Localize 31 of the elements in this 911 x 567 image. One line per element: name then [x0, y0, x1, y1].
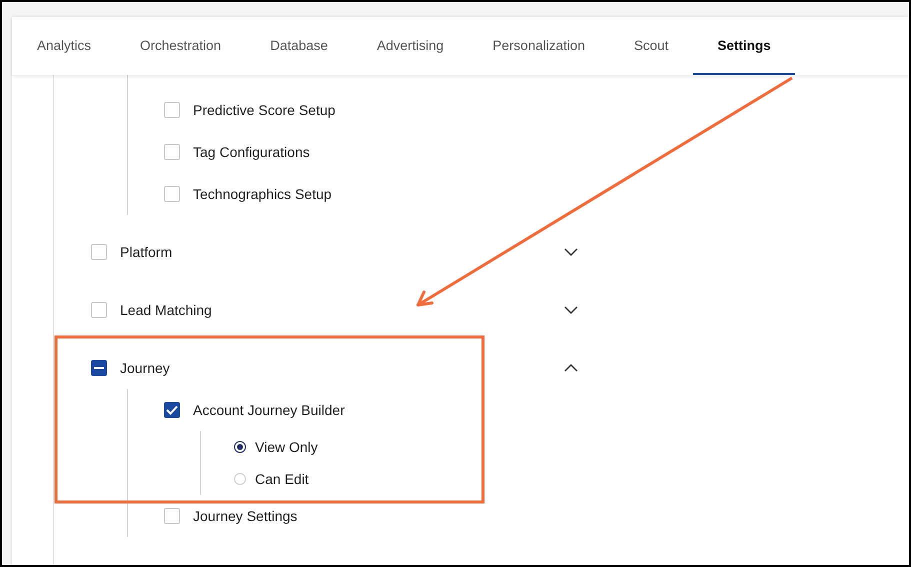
- item-label: Journey Settings: [193, 508, 298, 524]
- item-label: Lead Matching: [120, 302, 212, 318]
- option-label: View Only: [255, 439, 318, 455]
- checkbox[interactable]: [164, 402, 180, 418]
- item-label: Journey: [120, 360, 170, 376]
- chevron-up-icon[interactable]: [564, 364, 578, 372]
- tab[interactable]: Database: [245, 17, 352, 75]
- checkbox[interactable]: [164, 144, 180, 160]
- tab[interactable]: Settings: [692, 17, 795, 75]
- item-label: Predictive Score Setup: [193, 102, 336, 118]
- checkbox[interactable]: [164, 102, 180, 118]
- tab[interactable]: Personalization: [468, 17, 609, 75]
- checkbox[interactable]: [91, 302, 107, 318]
- radio-button[interactable]: [234, 441, 246, 453]
- minus-icon: [94, 367, 104, 369]
- chevron-down-icon[interactable]: [564, 306, 578, 314]
- chevron-down-icon[interactable]: [564, 248, 578, 256]
- checkbox[interactable]: [91, 244, 107, 260]
- checkbox[interactable]: [91, 360, 107, 376]
- tab[interactable]: Analytics: [12, 17, 116, 75]
- item-label: Platform: [120, 244, 172, 260]
- checkbox[interactable]: [164, 186, 180, 202]
- item-label: Account Journey Builder: [193, 402, 345, 418]
- tab[interactable]: Orchestration: [115, 17, 246, 75]
- tab[interactable]: Advertising: [352, 17, 468, 75]
- tab[interactable]: Scout: [608, 17, 693, 75]
- item-label: Tag Configurations: [193, 144, 310, 160]
- checkbox[interactable]: [164, 508, 180, 524]
- option-label: Can Edit: [255, 471, 309, 487]
- item-label: Technographics Setup: [193, 186, 332, 202]
- checkmark-icon: [166, 405, 178, 415]
